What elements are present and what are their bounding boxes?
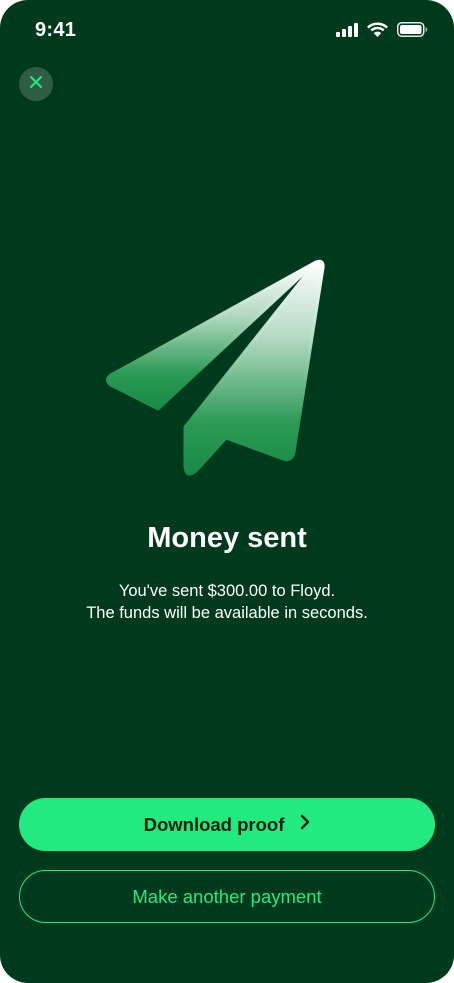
hero-illustration xyxy=(100,255,330,480)
paper-plane-icon xyxy=(100,259,330,484)
battery-icon xyxy=(397,22,428,42)
close-icon xyxy=(29,75,43,94)
close-button[interactable] xyxy=(19,67,53,101)
page-title: Money sent xyxy=(147,522,307,554)
status-time: 9:41 xyxy=(35,19,77,41)
cellular-signal-icon xyxy=(336,22,358,42)
status-icons xyxy=(336,22,428,42)
confirmation-message: You've sent $300.00 to Floyd. The funds … xyxy=(0,580,454,624)
make-another-payment-button[interactable]: Make another payment xyxy=(19,870,435,923)
message-line-availability: The funds will be available in seconds. xyxy=(86,604,368,622)
message-line-amount: You've sent $300.00 to Floyd. xyxy=(118,582,336,600)
chevron-right-icon xyxy=(300,814,310,835)
status-bar: 9:41 xyxy=(0,0,454,62)
download-proof-button[interactable]: Download proof xyxy=(19,798,435,851)
download-proof-label: Download proof xyxy=(143,813,285,835)
wifi-icon xyxy=(367,22,388,42)
make-another-payment-label: Make another payment xyxy=(132,885,322,907)
app-screen: 9:41 Money sent You've sent $300.00 to F… xyxy=(0,0,454,983)
